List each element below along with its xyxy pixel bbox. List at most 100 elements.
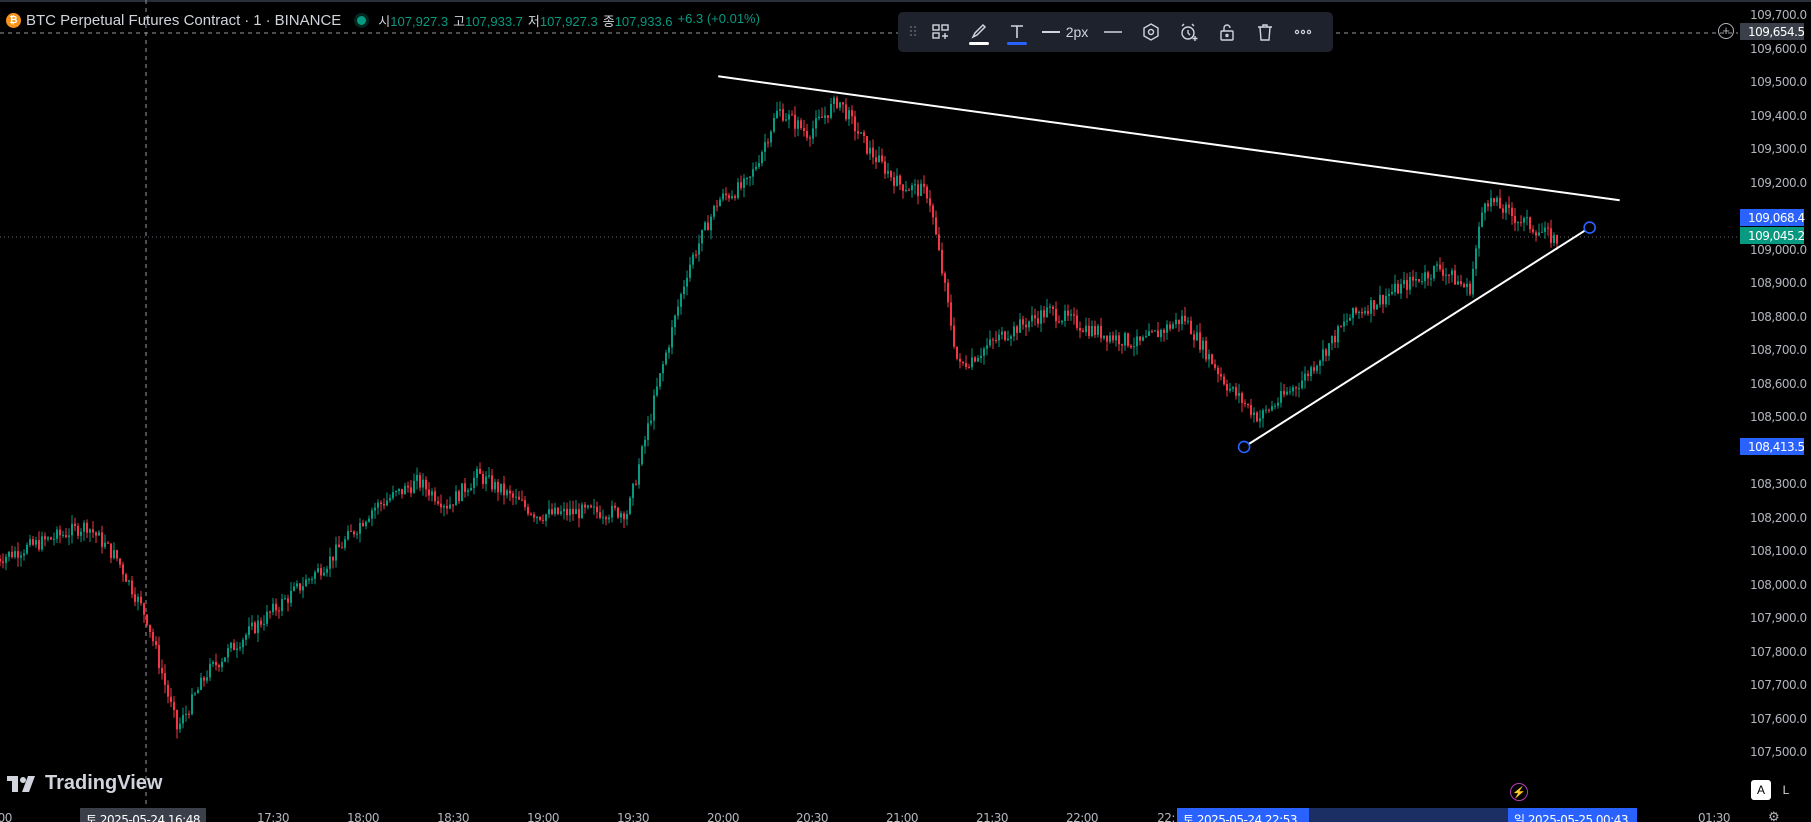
candle-body — [32, 539, 34, 545]
candle-body — [728, 195, 730, 199]
drag-handle-icon[interactable]: ⠿ — [904, 16, 922, 48]
candle-body — [386, 500, 388, 506]
candlestick-chart[interactable] — [0, 0, 1738, 808]
candle-body — [578, 509, 580, 519]
line-width-select[interactable]: 2px — [1036, 16, 1094, 48]
candle-body — [152, 632, 154, 642]
trendline-handle[interactable] — [1583, 221, 1596, 234]
log-scale-button[interactable]: L — [1776, 780, 1796, 800]
candle-body — [650, 420, 652, 424]
template-icon[interactable] — [922, 16, 960, 48]
alert-icon[interactable] — [1170, 16, 1208, 48]
candle-body — [1433, 265, 1435, 279]
candle-body — [389, 498, 391, 501]
candle-body — [851, 110, 853, 117]
candle-body — [194, 693, 196, 695]
candle-body — [1364, 311, 1366, 314]
candle-body — [1274, 405, 1276, 407]
candle-body — [92, 529, 94, 533]
candle-body — [110, 543, 112, 559]
candle-body — [758, 163, 760, 167]
candle-body — [794, 114, 796, 129]
auto-scale-button[interactable]: A — [1751, 780, 1771, 800]
candle-body — [5, 556, 7, 563]
candle-body — [131, 580, 133, 595]
candle-body — [1268, 409, 1270, 411]
symbol-name[interactable]: BTC Perpetual Futures Contract — [26, 12, 240, 29]
candle-body — [140, 596, 142, 604]
candle-body — [1478, 226, 1480, 249]
candle-body — [1439, 264, 1441, 270]
time-axis[interactable]: :00 17:30 18:00 18:30 19:00 19:30 20:00 20:30 21… — [0, 808, 1811, 822]
candle-body — [443, 505, 445, 508]
candle-body — [326, 568, 328, 573]
candle-body — [1334, 335, 1336, 343]
candle-body — [905, 189, 907, 191]
trash-icon[interactable] — [1246, 16, 1284, 48]
settings-gear-icon[interactable]: ⚙ — [1768, 809, 1780, 822]
candle-body — [1211, 354, 1213, 365]
candle-body — [989, 339, 991, 346]
trendline-handle[interactable] — [1237, 440, 1251, 454]
line-style-icon[interactable] — [1094, 16, 1132, 48]
lock-icon[interactable] — [1208, 16, 1246, 48]
market-status-icon[interactable] — [357, 15, 367, 25]
candle-body — [155, 641, 157, 646]
candle-body — [665, 352, 667, 365]
candle-body — [554, 507, 556, 515]
candle-body — [335, 544, 337, 561]
candle-body — [1352, 307, 1354, 318]
time-tick: 21:30 — [975, 811, 1009, 822]
candle-body — [779, 109, 781, 111]
candle-body — [491, 475, 493, 490]
close-key: 종 — [602, 13, 615, 29]
candle-body — [1346, 320, 1348, 322]
candle-body — [347, 530, 349, 540]
candle-body — [98, 532, 100, 536]
candle-body — [383, 503, 385, 506]
line-color-icon[interactable] — [960, 16, 998, 48]
candle-body — [290, 590, 292, 603]
candle-body — [1517, 222, 1519, 224]
candle-body — [617, 507, 619, 518]
price-tick: 107,800.0 — [1750, 644, 1807, 659]
candle-body — [50, 537, 52, 540]
candle-body — [470, 487, 472, 491]
lightning-icon[interactable]: ⚡ — [1510, 783, 1528, 801]
candle-body — [23, 553, 25, 556]
candle-body — [2, 561, 4, 563]
price-tick: 109,400.0 — [1750, 108, 1807, 123]
range-start-label: 토 2025-05-24 22:53 — [1177, 808, 1309, 822]
candle-body — [233, 642, 235, 651]
tradingview-logo[interactable]: TradingView — [7, 772, 162, 795]
candle-body — [662, 364, 664, 374]
candle-body — [149, 624, 151, 633]
candle-body — [641, 446, 643, 465]
price-axis[interactable]: 109,700.0 109,600.0 109,500.0 109,400.0 109,… — [1738, 0, 1811, 808]
range-highlight — [1309, 808, 1516, 822]
trendline-lower[interactable] — [1243, 226, 1591, 448]
candle-body — [1169, 324, 1171, 329]
candle-body — [845, 104, 847, 120]
candle-body — [1502, 208, 1504, 213]
candle-body — [1481, 212, 1483, 227]
symbol-header[interactable]: ₿ BTC Perpetual Futures Contract · 1 · B… — [6, 11, 760, 29]
interval-label[interactable]: 1 — [253, 12, 261, 29]
settings-hexagon-icon[interactable] — [1132, 16, 1170, 48]
candle-body — [1040, 310, 1042, 324]
candle-body — [731, 196, 733, 199]
line-width-label: 2px — [1065, 24, 1089, 40]
candle-body — [626, 513, 628, 520]
candle-body — [74, 523, 76, 526]
candle-body — [278, 610, 280, 612]
trendline-upper[interactable] — [718, 75, 1620, 202]
candle-body — [230, 642, 232, 649]
candle-body — [938, 234, 940, 251]
candle-body — [584, 504, 586, 508]
more-icon[interactable] — [1284, 16, 1322, 48]
add-alert-icon[interactable]: + — [1718, 23, 1734, 39]
candle-body — [1511, 207, 1513, 216]
candle-body — [77, 525, 79, 536]
text-color-icon[interactable] — [998, 16, 1036, 48]
candle-body — [1139, 336, 1141, 341]
